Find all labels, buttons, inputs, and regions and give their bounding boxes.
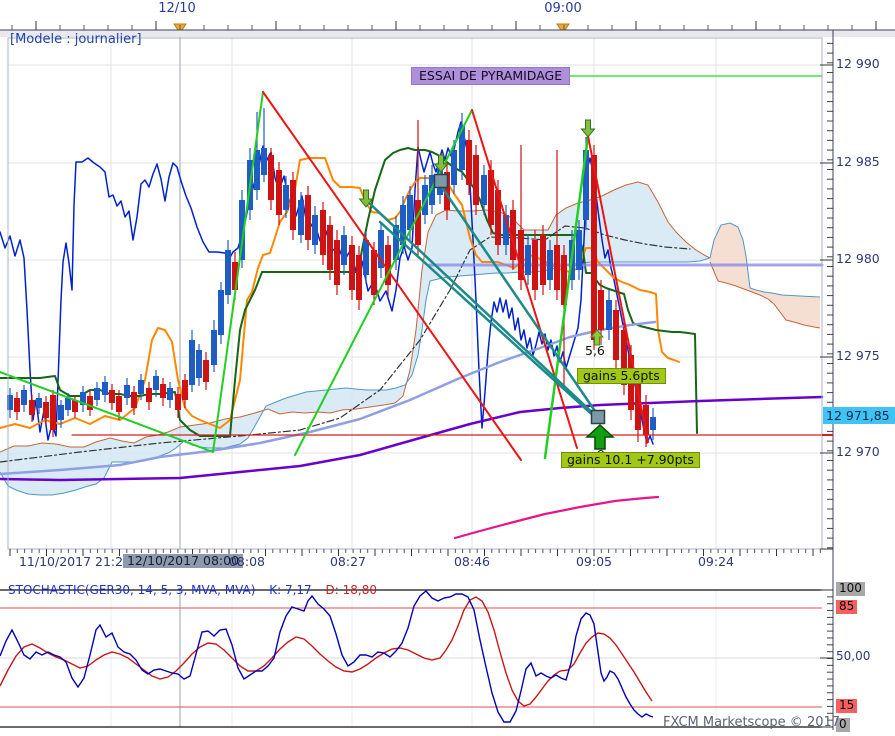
top-period-label-2: 09:00 bbox=[544, 1, 582, 16]
layer-grid bbox=[8, 30, 822, 727]
price-label-12975: 12 975 bbox=[836, 348, 880, 363]
model-annotation[interactable]: [Modele : journalier] bbox=[10, 32, 142, 48]
stochastic-d-value: D: 18,80 bbox=[325, 583, 377, 597]
price-label-12980: 12 980 bbox=[836, 251, 880, 266]
time-label-6: 09:24 bbox=[697, 554, 735, 569]
layer-axes bbox=[0, 21, 895, 730]
stoch-level-50: 50,00 bbox=[836, 649, 871, 663]
trading-platform-window: 12/10 09:00 [Modele : journalier] ESSAI … bbox=[0, 0, 895, 736]
time-label-4: 08:46 bbox=[453, 554, 491, 569]
pyramiding-annotation[interactable]: ESSAI DE PYRAMIDAGE bbox=[411, 67, 571, 86]
time-label-2: 08:08 bbox=[228, 554, 266, 569]
watermark: FXCM Marketscope © 2017 bbox=[663, 715, 841, 730]
gain-badge-1[interactable]: gains 5.6pts bbox=[577, 368, 666, 385]
current-price-badge: 12 971,85 bbox=[823, 407, 895, 424]
line-magenta_curve bbox=[453, 495, 660, 540]
price-label-12990: 12 990 bbox=[836, 56, 880, 71]
time-label-3: 08:27 bbox=[329, 554, 367, 569]
stoch-level-100: 100 bbox=[836, 581, 865, 596]
layer-back bbox=[0, 75, 824, 540]
line-kijun_orange bbox=[0, 157, 680, 429]
layer-front bbox=[0, 91, 823, 461]
stoch-k-line bbox=[0, 590, 654, 723]
stoch-d-line bbox=[0, 596, 653, 707]
price-chart-canvas[interactable] bbox=[0, 0, 895, 736]
time-label-session-start: 12/10/2017 08:00 bbox=[122, 553, 244, 569]
top-period-label-1: 12/10 bbox=[158, 1, 196, 16]
sell-arrow-icon bbox=[580, 119, 596, 138]
stoch-level-15: 15 bbox=[836, 698, 858, 713]
stoch-level-85: 85 bbox=[836, 599, 858, 614]
trade-node-icon bbox=[590, 409, 606, 425]
price-label-12985: 12 985 bbox=[836, 154, 880, 169]
big-buy-arrow-icon bbox=[585, 423, 615, 450]
stochastic-k-value: K: 7,17 bbox=[269, 583, 312, 597]
trade-node-icon bbox=[433, 173, 449, 189]
time-label-0: 11/10/2017 21:26 bbox=[18, 554, 132, 569]
price-label-12970: 12 970 bbox=[836, 444, 880, 459]
stochastic-title: STOCHASTIC(GER30, 14, 5, 3, MVA, MVA) bbox=[8, 583, 256, 597]
time-label-5: 09:05 bbox=[575, 554, 613, 569]
layer-stoch bbox=[0, 589, 833, 728]
gain-badge-2[interactable]: gains 10.1 +7.90pts bbox=[561, 452, 700, 469]
stochastic-indicator-label[interactable]: STOCHASTIC(GER30, 14, 5, 3, MVA, MVA) K:… bbox=[8, 583, 377, 598]
points-label-1: 5,6 bbox=[585, 343, 605, 358]
